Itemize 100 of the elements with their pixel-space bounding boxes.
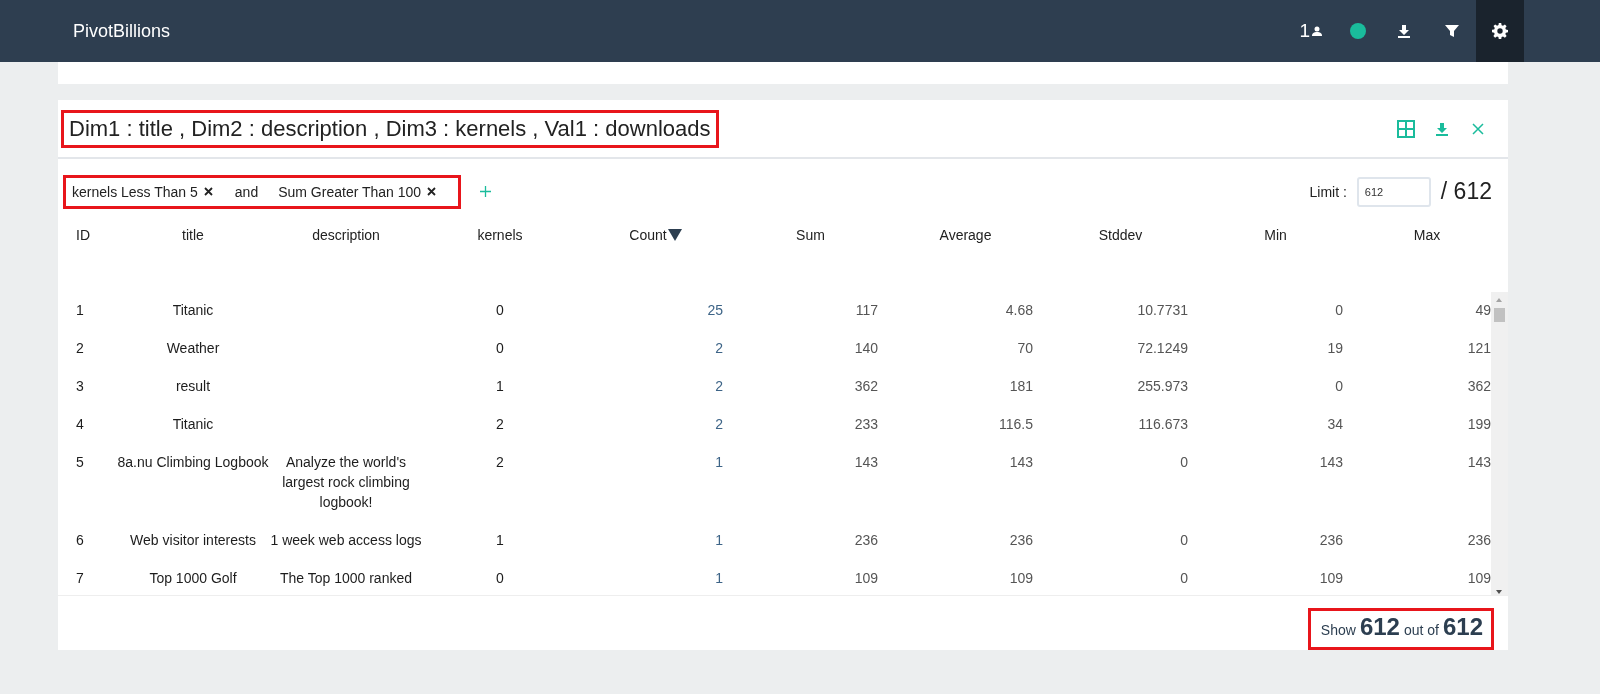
table-cell: 109 (1467, 569, 1491, 586)
table-cell: 236 (1009, 531, 1033, 548)
table-cell: 2 (715, 339, 723, 356)
column-header[interactable]: ID (64, 227, 116, 244)
table-cell: Weather (166, 339, 220, 356)
table-cell: 0 (1180, 569, 1188, 586)
close-icon[interactable] (203, 187, 213, 197)
table-cell: 4.68 (1005, 301, 1033, 318)
table-cell: Analyze the world's largest rock climbing logbook! (282, 453, 410, 510)
table-cell: 236 (1467, 531, 1491, 548)
table-cell: 0 (1180, 531, 1188, 548)
table-cell: Web visitor interests (130, 531, 256, 548)
limit-total: / 612 (1440, 178, 1492, 206)
summary-label: out of (1403, 622, 1439, 638)
table-cell: 2 (496, 415, 504, 432)
column-header[interactable]: Stddev (1043, 227, 1198, 244)
summary-label: Show (1320, 622, 1356, 638)
table-cell: 4 (76, 415, 84, 432)
table-cell: 1 (76, 301, 84, 318)
column-header[interactable]: Max (1353, 227, 1501, 244)
table-cell: 2 (715, 415, 723, 432)
column-header[interactable]: Count (578, 227, 733, 244)
table-cell: 0 (496, 569, 504, 586)
table-cell: 109 (1009, 569, 1033, 586)
table-cell: 8a.nu Climbing Logbook (117, 453, 269, 470)
table-cell: 199 (1467, 415, 1491, 432)
table-cell: 233 (854, 415, 878, 432)
person-icon (1312, 26, 1322, 36)
filter-icon (1445, 24, 1459, 38)
table-cell: 10.7731 (1137, 301, 1188, 318)
column-header[interactable]: description (270, 227, 422, 244)
table-cell: 2 (496, 453, 504, 470)
scrollbar[interactable] (1491, 291, 1508, 595)
table-cell: 143 (1009, 453, 1033, 470)
table-cell: 0 (1335, 377, 1343, 394)
column-header[interactable]: kernels (422, 227, 578, 244)
filter-joiner: and (234, 183, 259, 200)
table-cell: 117 (855, 301, 878, 318)
close-icon (1472, 122, 1484, 135)
table-cell: 1 (715, 531, 723, 548)
table-cell: 34 (1327, 415, 1343, 432)
table-cell: 140 (854, 339, 878, 356)
user-count-button[interactable]: 1 (1285, 0, 1336, 62)
total-count: 612 (1442, 613, 1483, 641)
settings-button[interactable] (1476, 0, 1524, 62)
table-cell: 5 (76, 453, 84, 470)
table-cell: 121 (1467, 339, 1491, 356)
shown-count: 612 (1359, 613, 1400, 641)
column-header[interactable]: Min (1198, 227, 1353, 244)
table-cell: Top 1000 Golf (149, 569, 237, 586)
column-header[interactable]: title (116, 227, 270, 244)
table-cell: The Top 1000 ranked (279, 569, 413, 586)
panel-title: Dim1 : title , Dim2 : description , Dim3 : kernels , Val1 : downloads (61, 109, 719, 148)
table-cell: 1 (715, 453, 723, 470)
table-cell: 49 (1475, 301, 1491, 318)
table-cell: 109 (1319, 569, 1343, 586)
table-cell: 362 (854, 377, 878, 394)
filter-chip[interactable]: Sum Greater Than 100 (278, 183, 422, 200)
table-cell: 116.673 (1138, 415, 1188, 432)
table-cell: 3 (76, 377, 84, 394)
table-cell: result (175, 377, 211, 394)
table-cell: 362 (1467, 377, 1491, 394)
table-cell: 0 (496, 301, 504, 318)
close-icon[interactable] (427, 187, 437, 197)
table-cell: 255.973 (1137, 377, 1188, 394)
grid-icon (1397, 119, 1415, 138)
brand-name[interactable]: PivotBillions (73, 20, 171, 42)
table-cell: 70 (1017, 339, 1033, 356)
table-cell: 2 (76, 339, 84, 356)
table-cell: 0 (1335, 301, 1343, 318)
table-cell: 1 week web access logs (270, 531, 422, 548)
table-cell: 109 (854, 569, 878, 586)
table-cell: 2 (715, 377, 723, 394)
table-cell: 1 (496, 531, 504, 548)
filter-chip[interactable]: kernels Less Than 5 (72, 183, 198, 200)
table-cell: Titanic (172, 301, 214, 318)
table-cell: 0 (1180, 453, 1188, 470)
table-cell: 143 (1319, 453, 1343, 470)
table-cell: 143 (1467, 453, 1491, 470)
table-cell: 143 (854, 453, 878, 470)
table-cell: 7 (76, 569, 84, 586)
table-cell: 116.5 (999, 415, 1033, 432)
column-header[interactable]: Average (888, 227, 1043, 244)
plus-icon (479, 186, 491, 198)
table-cell: Titanic (172, 415, 214, 432)
table-cell: 1 (496, 377, 504, 394)
table-cell: 236 (854, 531, 878, 548)
table-cell: 25 (707, 301, 723, 318)
download-icon (1435, 121, 1449, 136)
settings-icon (1492, 23, 1508, 39)
table-cell: 236 (1319, 531, 1343, 548)
table-cell: 1 (715, 569, 723, 586)
table-cell: 72.1249 (1137, 339, 1188, 356)
limit-field[interactable]: 612 (1356, 176, 1431, 207)
table-cell: 6 (76, 531, 84, 548)
column-header[interactable]: Sum (733, 227, 888, 244)
table-cell: 0 (496, 339, 504, 356)
download-icon (1397, 24, 1411, 38)
table-cell: 181 (1009, 377, 1033, 394)
limit-label: Limit : (1309, 183, 1347, 200)
